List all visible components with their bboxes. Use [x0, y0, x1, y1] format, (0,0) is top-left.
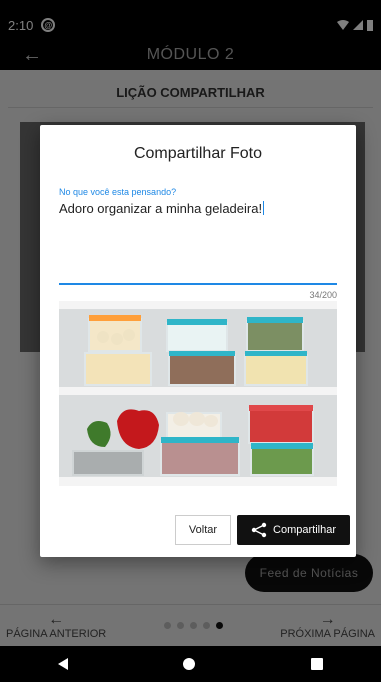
share-icon: [251, 522, 267, 538]
nav-back-icon[interactable]: [57, 658, 68, 670]
post-input-label: No que você esta pensando?: [59, 187, 177, 197]
dialog-title: Compartilhar Foto: [133, 145, 263, 162]
share-button-label: Compartilhar: [273, 524, 336, 536]
fridge-photo: [59, 301, 337, 486]
input-underline: [59, 283, 337, 285]
post-input[interactable]: Adoro organizar a minha geladeira!: [59, 201, 265, 216]
post-input-text: Adoro organizar a minha geladeira!: [59, 201, 263, 216]
share-button[interactable]: Compartilhar: [237, 515, 350, 545]
char-counter: 34/200: [309, 290, 337, 300]
nav-home-icon[interactable]: [183, 658, 196, 670]
nav-recents-icon[interactable]: [311, 658, 324, 670]
text-caret: [263, 201, 265, 215]
fridge-photo-illustration: [59, 301, 337, 486]
back-button[interactable]: Voltar: [175, 515, 231, 545]
system-nav-bar: [0, 646, 381, 682]
share-photo-dialog: Compartilhar Foto No que você esta pensa…: [40, 125, 356, 557]
